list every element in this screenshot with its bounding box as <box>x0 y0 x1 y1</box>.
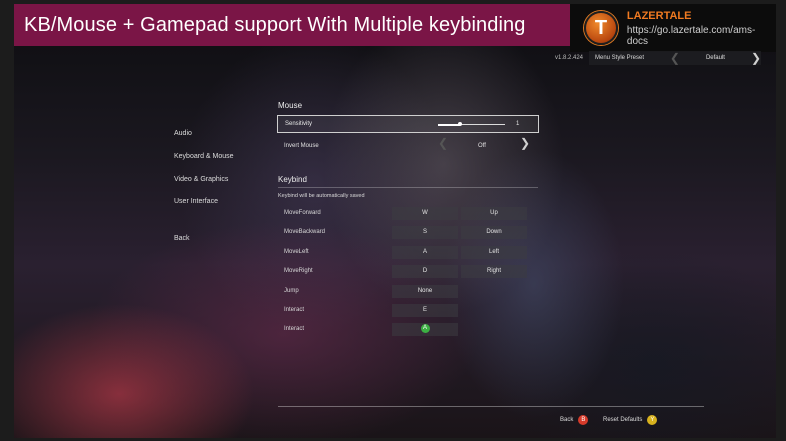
menu-item-audio[interactable]: Audio <box>174 130 192 137</box>
brand-name: LAZERTALE <box>626 9 692 22</box>
brand-url: https://go.lazertale.com/ams-docs <box>626 24 756 47</box>
footer-back-label: Back <box>560 417 574 423</box>
menu-item-video-graphics[interactable]: Video & Graphics <box>174 176 228 183</box>
keybind-primary-slot[interactable]: S <box>392 226 458 239</box>
keybind-section-title: Keybind <box>278 175 307 184</box>
keybind-alt-slot[interactable]: Right <box>461 265 527 278</box>
preset-label: Menu Style Preset <box>595 55 645 61</box>
chevron-right-icon[interactable]: ❯ <box>751 52 761 64</box>
footer-reset-label: Reset Defaults <box>603 417 643 423</box>
footer-divider <box>278 406 704 407</box>
keybind-action-label: Jump <box>284 288 299 294</box>
footer-reset-defaults-button[interactable]: Reset Defaults Y <box>603 415 658 425</box>
keybind-primary-slot[interactable]: D <box>392 265 458 278</box>
menu-item-keyboard-mouse[interactable]: Keyboard & Mouse <box>174 153 234 160</box>
brand-box: T LAZERTALE https://go.lazertale.com/ams… <box>570 4 776 52</box>
lazertale-logo-icon: T <box>584 11 618 45</box>
invert-mouse-value: Off <box>478 143 486 149</box>
keybind-alt-slot[interactable]: Up <box>461 207 527 220</box>
sensitivity-slider[interactable] <box>438 122 505 126</box>
sensitivity-value: 1 <box>516 121 520 127</box>
chevron-right-icon[interactable]: ❯ <box>520 137 530 149</box>
keybind-primary-slot[interactable]: W <box>392 207 458 220</box>
keybind-action-label: Interact <box>284 307 305 313</box>
keybind-action-label: MoveForward <box>284 210 321 216</box>
keybind-primary-slot[interactable]: None <box>392 285 458 298</box>
gamepad-b-icon: B <box>578 415 589 425</box>
title-banner: KB/Mouse + Gamepad support With Multiple… <box>14 4 570 46</box>
sensitivity-slider-fill <box>438 123 461 126</box>
gamepad-y-icon: Y <box>647 415 658 425</box>
keybind-note: Keybind will be automatically saved <box>278 193 365 199</box>
keybind-divider <box>278 187 538 188</box>
chevron-left-icon[interactable]: ❮ <box>670 52 680 64</box>
keybind-primary-slot[interactable]: E <box>392 304 458 317</box>
keybind-action-label: MoveLeft <box>284 249 309 255</box>
keybind-action-label: Interact <box>284 326 305 332</box>
invert-mouse-label: Invert Mouse <box>284 143 319 149</box>
menu-style-preset-selector[interactable]: Menu Style Preset ❮ Default ❯ <box>589 51 761 65</box>
keybind-action-label: MoveBackward <box>284 229 326 235</box>
keybind-alt-slot[interactable]: Down <box>461 226 527 239</box>
menu-item-back[interactable]: Back <box>174 235 190 242</box>
gamepad-a-icon: A <box>420 323 430 333</box>
sensitivity-slider-knob[interactable] <box>458 122 463 126</box>
sensitivity-label: Sensitivity <box>285 121 313 127</box>
sensitivity-row[interactable]: Sensitivity 1 <box>277 115 539 133</box>
keybind-action-label: MoveRight <box>284 268 313 274</box>
footer-back-button[interactable]: Back B <box>560 415 589 425</box>
mouse-section-title: Mouse <box>278 101 303 110</box>
keybind-primary-slot[interactable]: A <box>392 323 458 336</box>
version-label: v1.8.2.424 <box>555 55 584 61</box>
preset-value: Default <box>705 55 725 61</box>
banner-title: KB/Mouse + Gamepad support With Multiple… <box>24 13 526 36</box>
keybind-alt-slot[interactable]: Left <box>461 246 527 259</box>
keybind-primary-slot[interactable]: A <box>392 246 458 259</box>
game-settings-screen: KB/Mouse + Gamepad support With Multiple… <box>14 4 776 438</box>
chevron-left-icon[interactable]: ❮ <box>438 137 448 149</box>
menu-item-user-interface[interactable]: User Interface <box>174 198 218 205</box>
